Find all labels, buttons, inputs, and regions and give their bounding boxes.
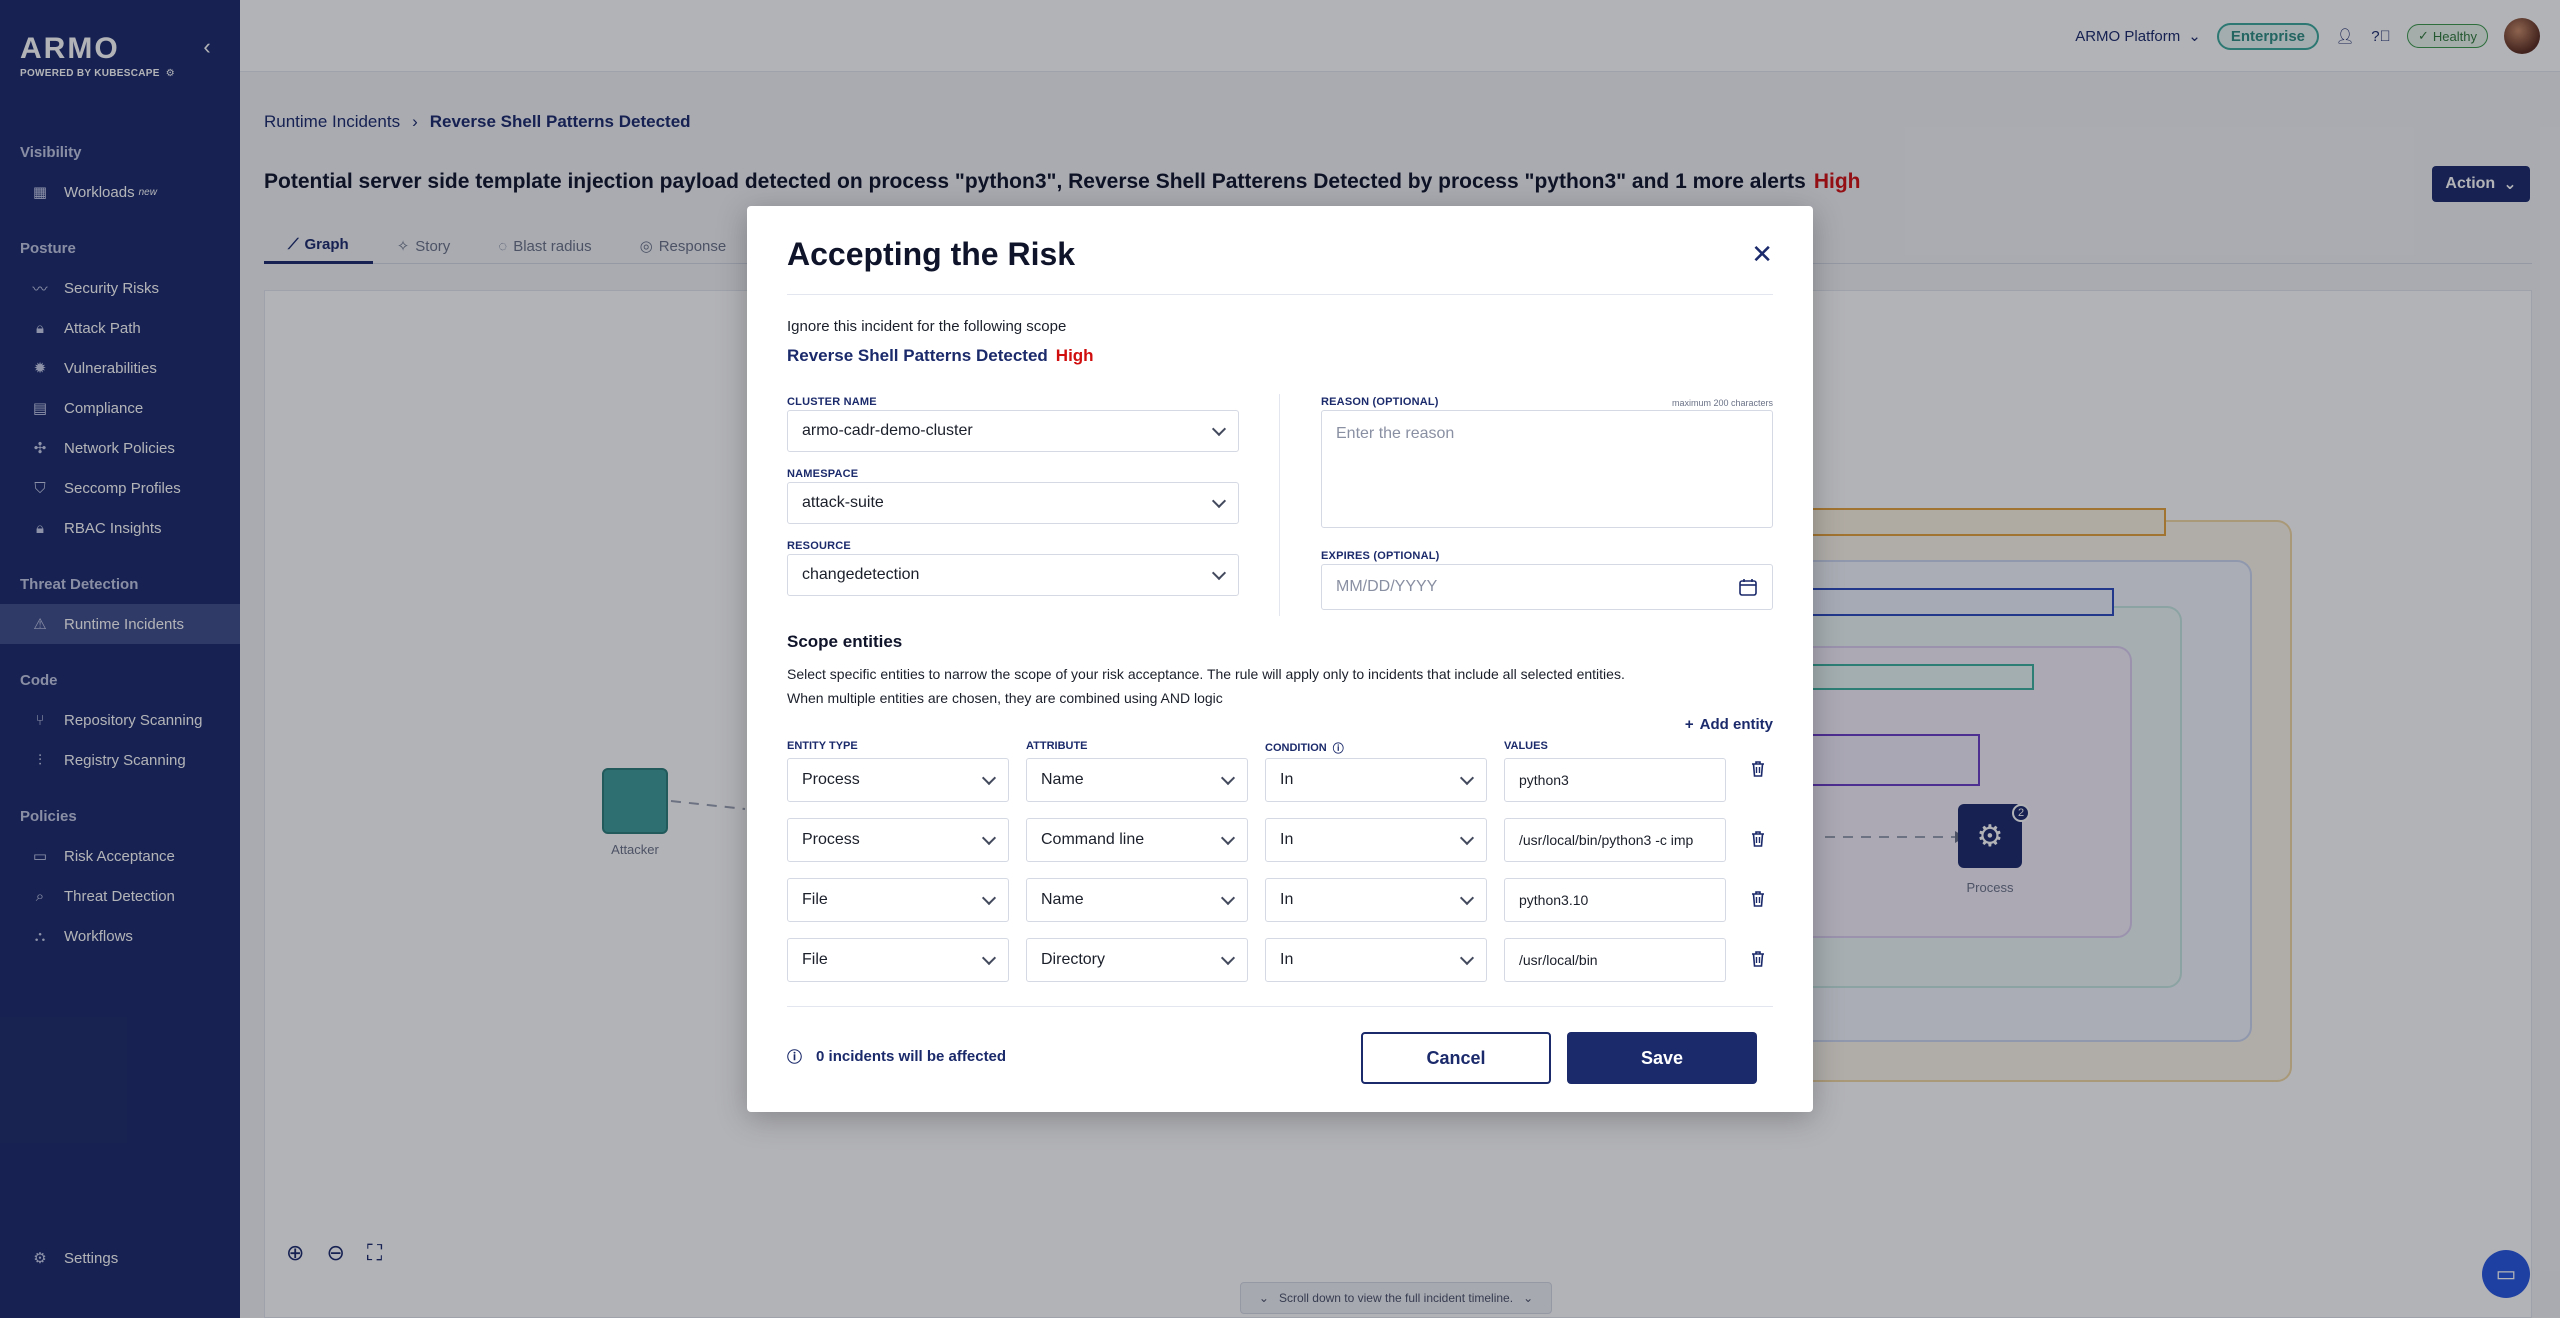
date-placeholder: MM/DD/YYYY [1336,578,1438,595]
entity-type-select[interactable]: File [787,938,1009,982]
attribute-value: Directory [1041,951,1106,968]
cluster-select[interactable]: armo-cadr-demo-cluster [787,410,1239,452]
chevron-down-icon [981,950,997,965]
column-entity-type: ENTITY TYPE [787,740,858,752]
entity-type-value: File [802,951,828,968]
chevron-down-icon [1220,890,1236,905]
attribute-select[interactable]: Name [1026,758,1248,802]
column-condition: CONDITION ⓘ [1265,740,1344,756]
reason-input[interactable] [1321,410,1773,528]
condition-select[interactable]: In [1265,878,1487,922]
add-entity-label: Add entity [1699,716,1773,733]
scope-entities-heading: Scope entities [787,632,903,651]
chevron-down-icon [1459,770,1475,785]
chevron-down-icon [1459,950,1475,965]
column-condition-label: CONDITION [1265,742,1327,754]
trash-icon[interactable] [1747,758,1769,780]
vertical-divider [1279,394,1280,616]
entity-type-value: File [802,891,828,908]
affected-incidents: ⓘ 0 incidents will be affected [787,1046,1006,1067]
expires-label: EXPIRES (OPTIONAL) [1321,550,1440,562]
chevron-down-icon [1459,890,1475,905]
condition-value: In [1280,891,1294,908]
resource-select[interactable]: changedetection [787,554,1239,596]
affected-text: 0 incidents will be affected [816,1048,1007,1065]
info-icon[interactable]: ⓘ [1333,740,1344,756]
namespace-select[interactable]: attack-suite [787,482,1239,524]
attribute-value: Command line [1041,831,1145,848]
cancel-button[interactable]: Cancel [1361,1032,1551,1084]
attribute-select[interactable]: Command line [1026,818,1248,862]
save-button[interactable]: Save [1567,1032,1757,1084]
entity-type-value: Process [802,831,860,848]
column-values: VALUES [1504,740,1548,752]
chevron-down-icon [981,830,997,845]
info-icon: ⓘ [787,1049,803,1066]
scope-desc-line: Select specific entities to narrow the s… [787,666,1625,682]
condition-select[interactable]: In [1265,938,1487,982]
value-input[interactable]: /usr/local/bin/python3 -c imp [1504,818,1726,862]
entity-type-select[interactable]: Process [787,758,1009,802]
attribute-select[interactable]: Name [1026,878,1248,922]
column-attribute: ATTRIBUTE [1026,740,1088,752]
resource-label: RESOURCE [787,540,851,552]
chevron-down-icon [1211,565,1227,580]
modal-title: Accepting the Risk [787,236,1076,272]
entity-type-select[interactable]: File [787,878,1009,922]
trash-icon[interactable] [1747,888,1769,910]
cluster-label: CLUSTER NAME [787,396,877,408]
resource-value: changedetection [802,566,920,583]
accept-risk-modal: Accepting the Risk ✕ Ignore this inciden… [747,206,1813,1112]
value-input[interactable]: python3 [1504,758,1726,802]
add-entity-button[interactable]: + Add entity [1685,716,1773,733]
chevron-down-icon [1211,493,1227,508]
severity-badge: High [1055,346,1094,365]
condition-select[interactable]: In [1265,818,1487,862]
chevron-down-icon [981,890,997,905]
calendar-icon[interactable] [1738,577,1758,597]
divider [787,1006,1773,1007]
value-text: python3.10 [1519,892,1589,908]
attribute-value: Name [1041,891,1084,908]
trash-icon[interactable] [1747,828,1769,850]
namespace-value: attack-suite [802,494,884,511]
condition-value: In [1280,831,1294,848]
chevron-down-icon [1211,421,1227,436]
value-input[interactable]: python3.10 [1504,878,1726,922]
cluster-value: armo-cadr-demo-cluster [802,422,973,439]
modal-subtitle: Ignore this incident for the following s… [787,318,1067,335]
reason-label: REASON (OPTIONAL) [1321,396,1439,408]
scope-name: Reverse Shell Patterns Detected [787,346,1048,365]
close-icon[interactable]: ✕ [1751,241,1773,267]
scope-desc-line: When multiple entities are chosen, they … [787,690,1223,706]
namespace-label: NAMESPACE [787,468,859,480]
condition-value: In [1280,771,1294,788]
chevron-down-icon [1220,770,1236,785]
reason-max-length: maximum 200 characters [1671,398,1773,408]
entity-type-select[interactable]: Process [787,818,1009,862]
expires-date-input[interactable]: MM/DD/YYYY [1321,564,1773,610]
condition-value: In [1280,951,1294,968]
attribute-value: Name [1041,771,1084,788]
value-text: /usr/local/bin/python3 -c imp [1519,832,1694,848]
chevron-down-icon [1220,950,1236,965]
chevron-down-icon [1459,830,1475,845]
value-input[interactable]: /usr/local/bin [1504,938,1726,982]
entity-type-value: Process [802,771,860,788]
chevron-down-icon [981,770,997,785]
value-text: python3 [1519,772,1569,788]
scope-title: Reverse Shell Patterns Detected High [787,346,1094,366]
attribute-select[interactable]: Directory [1026,938,1248,982]
value-text: /usr/local/bin [1519,952,1598,968]
trash-icon[interactable] [1747,948,1769,970]
chevron-down-icon [1220,830,1236,845]
condition-select[interactable]: In [1265,758,1487,802]
scope-description: Select specific entities to narrow the s… [787,662,1625,710]
divider [787,294,1773,295]
plus-icon: + [1684,716,1694,733]
